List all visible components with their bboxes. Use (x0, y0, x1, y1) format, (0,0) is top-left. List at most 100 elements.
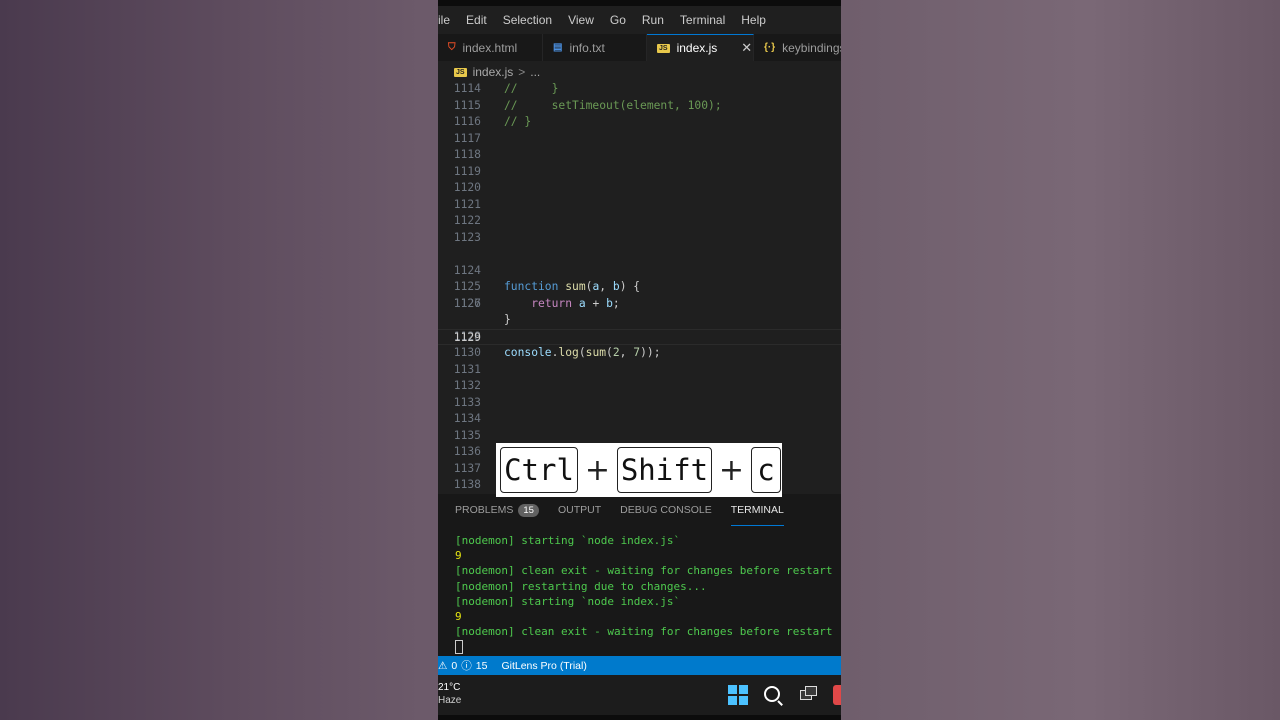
code-text: // } (504, 115, 532, 128)
menu-go[interactable]: Go (602, 13, 634, 27)
line-number: 1119 (453, 164, 481, 178)
js-file-icon: JS (454, 67, 467, 77)
code-line: 1115 // setTimeout(element, 100); (438, 98, 841, 115)
code-line: 1125 return a + b; (438, 263, 841, 310)
line-number: 1134 (453, 412, 481, 425)
warnings-count[interactable]: 0 (451, 660, 457, 672)
temperature: 21°C (438, 682, 461, 693)
menu-view[interactable]: View (560, 13, 602, 27)
terminal-line: [nodemon] clean exit - waiting for chang… (455, 625, 833, 639)
line-number: 1133 (453, 395, 481, 409)
tab-label: index.html (462, 40, 518, 55)
menu-file[interactable]: ile (438, 13, 458, 27)
breadcrumb-file[interactable]: index.js (473, 65, 514, 79)
errors-count[interactable]: 15 (476, 660, 488, 672)
tab-keybindings[interactable]: {·} keybindings. (754, 34, 841, 61)
problems-count-badge: 15 (518, 503, 539, 517)
windows-start-icon[interactable] (728, 685, 748, 705)
shortcut-overlay: Ctrl + Shift + c (496, 443, 782, 497)
code-line: 1117 (438, 131, 841, 148)
terminal-prompt (455, 639, 841, 655)
tab-debug-console[interactable]: DEBUG CONSOLE (620, 494, 712, 526)
code-line-current: 1129 (438, 328, 841, 345)
chevron-right-icon: > (518, 65, 526, 79)
tab-terminal[interactable]: TERMINAL (730, 494, 784, 526)
editor-tabs: ⛉ index.html ▤ info.txt JS index.js ✕ {·… (438, 34, 841, 61)
key-c: c (751, 447, 781, 493)
menu-run[interactable]: Run (634, 13, 672, 27)
tab-problems[interactable]: PROBLEMS 15 (455, 494, 539, 526)
code-line: 1119 (438, 164, 841, 181)
code-line: 1130 (438, 345, 841, 362)
text-file-icon: ▤ (553, 42, 563, 53)
code-line: 1124 function sum(a, b) { (438, 246, 841, 294)
vscode-window: ile Edit Selection View Go Run Terminal … (438, 0, 841, 720)
code-line: 1120 (438, 180, 841, 197)
search-icon[interactable] (764, 686, 780, 702)
line-number: 1138 (453, 478, 481, 491)
error-icon: ⓘ (461, 660, 472, 672)
line-number: 1121 (453, 197, 481, 211)
plus-sign: + (584, 452, 611, 488)
code-line: 1122 (438, 213, 841, 230)
line-number: 1127 (453, 296, 481, 310)
tab-label: index.js (676, 41, 718, 55)
code-line: 1133 (438, 395, 841, 412)
tab-label: DEBUG CONSOLE (620, 504, 712, 516)
tab-output[interactable]: OUTPUT (558, 494, 601, 526)
code-line: 1116 // } (438, 114, 841, 131)
code-line: 1121 (438, 197, 841, 214)
breadcrumb-more[interactable]: ... (530, 65, 540, 79)
json-file-icon: {·} (764, 42, 776, 53)
code-line: 1126 } (438, 279, 841, 327)
line-number: 1130 (453, 346, 481, 359)
app-icon[interactable] (833, 685, 841, 705)
code-line: 1114 // } (438, 83, 841, 98)
line-number: 1135 (453, 428, 481, 442)
line-number: 1115 (453, 98, 481, 112)
code-line: 1131 (438, 362, 841, 379)
line-number: 1114 (453, 83, 481, 95)
code-text: // } (504, 83, 559, 95)
tab-index-html[interactable]: ⛉ index.html (438, 34, 543, 61)
breadcrumb: JS index.js > ... (438, 61, 841, 83)
code-line: 1118 (438, 147, 841, 164)
html-file-icon: ⛉ (448, 42, 456, 53)
menu-help[interactable]: Help (733, 13, 774, 27)
warning-icon: ⚠ (438, 659, 448, 672)
key-shift: Shift (617, 447, 712, 493)
terminal-output[interactable]: [nodemon] starting `node index.js` 9 [no… (438, 526, 841, 656)
line-number: 1117 (453, 131, 481, 145)
weather-widget[interactable]: 21°C Haze (438, 681, 461, 707)
panel-tabs: PROBLEMS 15 OUTPUT DEBUG CONSOLE TERMINA… (438, 494, 841, 526)
windows-taskbar: 21°C Haze (438, 675, 841, 715)
terminal-line: [nodemon] clean exit - waiting for chang… (455, 564, 833, 578)
menu-bar: ile Edit Selection View Go Run Terminal … (438, 6, 841, 34)
task-view-icon[interactable] (800, 686, 817, 700)
tab-info-txt[interactable]: ▤ info.txt (543, 34, 647, 61)
terminal-line: 9 (455, 609, 462, 623)
plus-sign: + (718, 452, 745, 488)
line-number: 1118 (453, 148, 481, 161)
menu-edit[interactable]: Edit (458, 13, 495, 27)
code-editor[interactable]: 1114 // } 1115 // setTimeout(element, 100)… (438, 83, 841, 494)
line-number: 1120 (453, 181, 481, 194)
js-file-icon: JS (657, 43, 670, 53)
line-number: 1116 (453, 115, 481, 128)
key-ctrl: Ctrl (500, 447, 578, 493)
tab-label: OUTPUT (557, 504, 602, 516)
code-line: 1128 console.log(sum(2, 7)); (438, 312, 841, 360)
terminal-line: [nodemon] restarting due to changes... (455, 579, 707, 593)
terminal-line: 9 (455, 549, 462, 563)
menu-selection[interactable]: Selection (495, 13, 560, 27)
menu-terminal[interactable]: Terminal (672, 13, 733, 27)
line-number: 1123 (453, 230, 481, 244)
line-number: 1122 (453, 214, 481, 227)
close-icon[interactable]: ✕ (741, 40, 752, 56)
terminal-cursor (455, 640, 463, 655)
code-line: 1135 (438, 428, 841, 445)
gitlens-status[interactable]: GitLens Pro (Trial) (501, 660, 586, 672)
tab-index-js[interactable]: JS index.js ✕ (647, 34, 754, 61)
code-line: 1127 (438, 296, 841, 313)
code-line: 1134 (438, 411, 841, 428)
